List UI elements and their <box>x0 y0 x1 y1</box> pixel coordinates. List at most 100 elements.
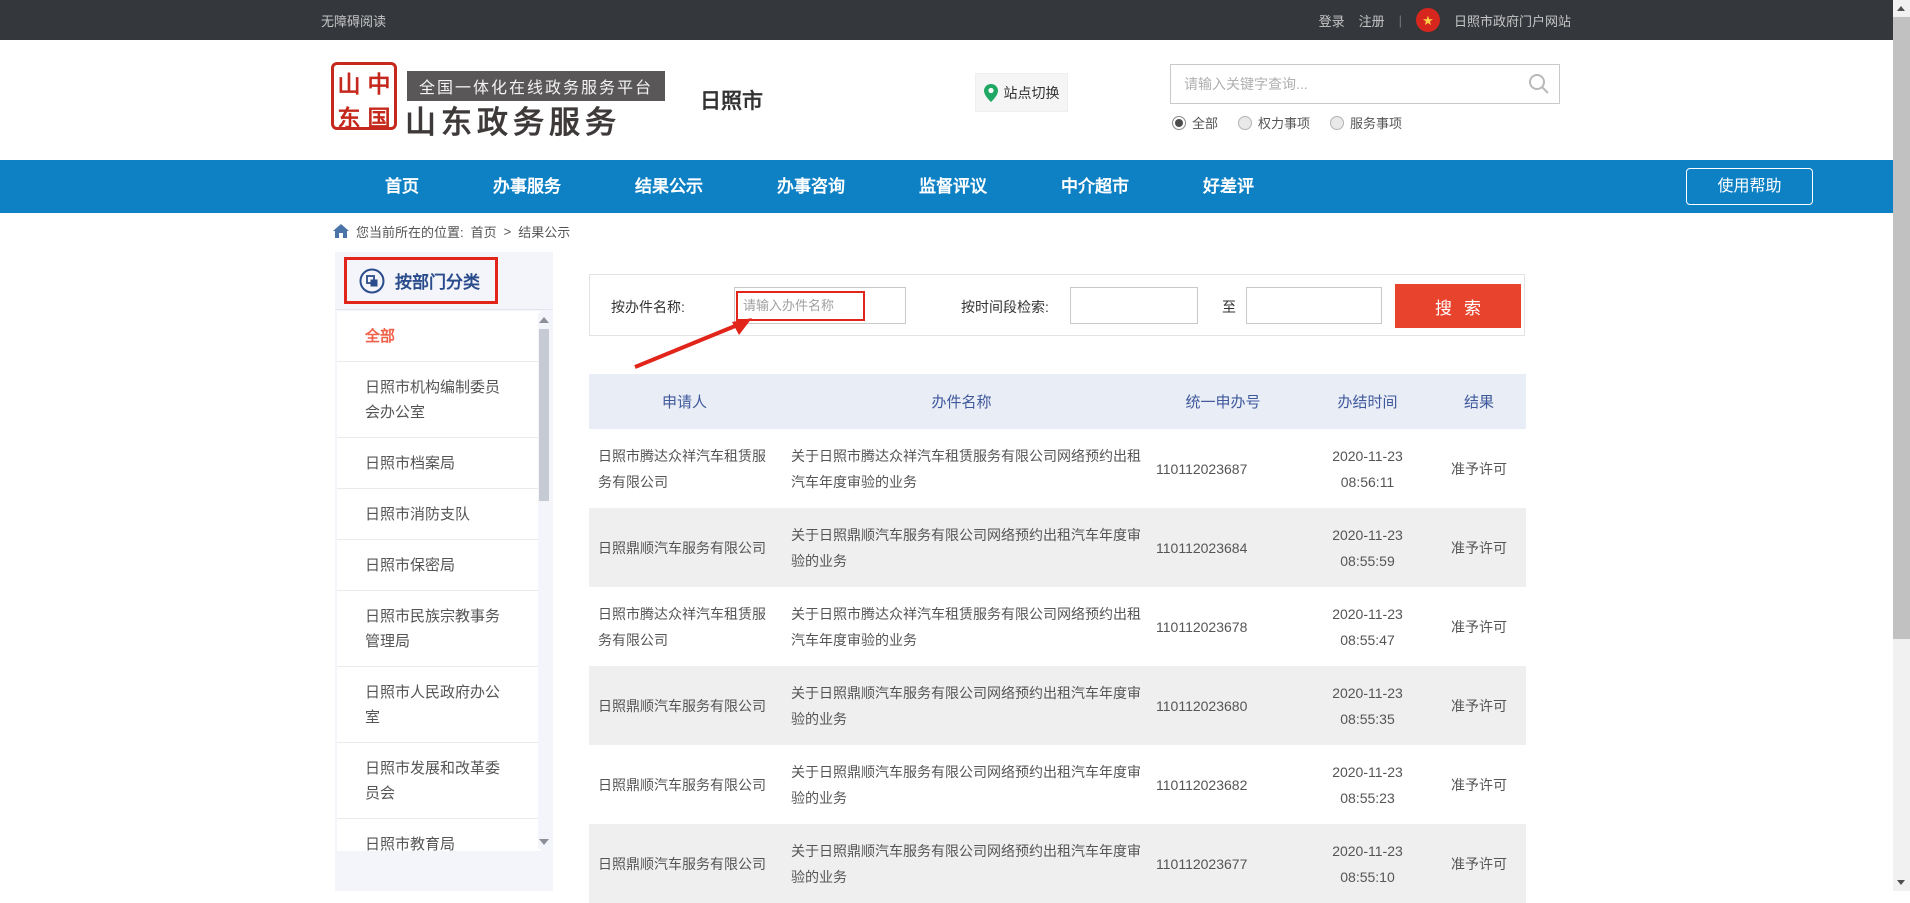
date-from-input[interactable] <box>1070 287 1198 324</box>
breadcrumb-separator: > <box>504 224 512 239</box>
cell-finish-time: 2020-11-2308:55:47 <box>1303 587 1432 666</box>
cell-case-name: 关于日照鼎顺汽车服务有限公司网络预约出租汽车年度审验的业务 <box>780 508 1143 587</box>
page-scrollbar[interactable] <box>1893 0 1910 891</box>
department-sidebar: 按部门分类 全部 日照市机构编制委员会办公室 日照市档案局 日照市消防支队 日照… <box>335 252 553 891</box>
city-portal-link[interactable]: 日照市政府门户网站 <box>1454 11 1571 30</box>
table-row: 日照鼎顺汽车服务有限公司 关于日照鼎顺汽车服务有限公司网络预约出租汽车年度审验的… <box>589 745 1526 824</box>
search-icon[interactable] <box>1527 72 1551 96</box>
cell-finish-time: 2020-11-2308:55:23 <box>1303 745 1432 824</box>
results-filter-bar: 按办件名称: 按时间段检索: 至 搜索 <box>589 274 1525 336</box>
scope-radio-power[interactable]: 权力事项 <box>1238 113 1310 132</box>
department-category-icon <box>359 268 385 294</box>
register-link[interactable]: 注册 <box>1359 11 1385 30</box>
site-switch-label: 站点切换 <box>1004 83 1060 103</box>
seal-char: 东 <box>334 99 364 133</box>
scope-label: 服务事项 <box>1350 113 1402 132</box>
department-item[interactable]: 日照市消防支队 <box>337 489 541 540</box>
results-table: 申请人 办件名称 统一申办号 办结时间 结果 日照市腾达众祥汽车租赁服务有限公司… <box>589 374 1526 903</box>
col-header-result: 结果 <box>1432 374 1526 429</box>
nav-item-results[interactable]: 结果公示 <box>598 160 740 213</box>
scope-label: 权力事项 <box>1258 113 1310 132</box>
table-row: 日照鼎顺汽车服务有限公司 关于日照鼎顺汽车服务有限公司网络预约出租汽车年度审验的… <box>589 508 1526 587</box>
department-item[interactable]: 日照市机构编制委员会办公室 <box>337 362 541 438</box>
cell-case-name: 关于日照市腾达众祥汽车租赁服务有限公司网络预约出租汽车年度审验的业务 <box>780 587 1143 666</box>
table-row: 日照鼎顺汽车服务有限公司 关于日照鼎顺汽车服务有限公司网络预约出租汽车年度审验的… <box>589 666 1526 745</box>
radio-selected-icon <box>1172 116 1186 130</box>
col-header-finish-time: 办结时间 <box>1303 374 1432 429</box>
cell-finish-time: 2020-11-2308:55:35 <box>1303 666 1432 745</box>
cell-result: 准予许可 <box>1432 508 1526 587</box>
cell-result: 准予许可 <box>1432 429 1526 508</box>
nav-item-rating[interactable]: 好差评 <box>1166 160 1291 213</box>
table-row: 日照鼎顺汽车服务有限公司 关于日照鼎顺汽车服务有限公司网络预约出租汽车年度审验的… <box>589 824 1526 903</box>
seal-char: 中 <box>364 65 394 99</box>
page-scrollbar-thumb[interactable] <box>1893 17 1910 639</box>
sidebar-header: 按部门分类 <box>335 252 553 310</box>
sidebar-scrollbar-thumb[interactable] <box>539 329 549 501</box>
location-pin-icon <box>984 84 998 102</box>
keyword-search-input[interactable] <box>1171 65 1521 103</box>
range-to-label: 至 <box>1222 297 1236 317</box>
col-header-serial: 统一申办号 <box>1143 374 1303 429</box>
nav-item-consult[interactable]: 办事咨询 <box>740 160 882 213</box>
department-item[interactable]: 日照市民族宗教事务管理局 <box>337 591 541 667</box>
scrollbar-down-icon[interactable] <box>539 839 549 845</box>
scope-radio-all[interactable]: 全部 <box>1172 113 1218 132</box>
date-to-input[interactable] <box>1246 287 1382 324</box>
accessibility-link[interactable]: 无障碍阅读 <box>321 11 386 30</box>
cell-case-name: 关于日照鼎顺汽车服务有限公司网络预约出租汽车年度审验的业务 <box>780 666 1143 745</box>
breadcrumb: 您当前所在的位置: 首页 > 结果公示 <box>333 219 570 243</box>
search-scope-radios: 全部 权力事项 服务事项 <box>1172 113 1402 132</box>
cell-serial: 110112023677 <box>1143 824 1303 903</box>
site-switch-button[interactable]: 站点切换 <box>975 73 1068 112</box>
seal-char: 山 <box>334 65 364 99</box>
cell-serial: 110112023678 <box>1143 587 1303 666</box>
scrollbar-up-button[interactable] <box>1893 0 1910 17</box>
col-header-case-name: 办件名称 <box>780 374 1143 429</box>
cell-finish-time: 2020-11-2308:55:10 <box>1303 824 1432 903</box>
nav-item-supervision[interactable]: 监督评议 <box>882 160 1024 213</box>
top-utility-bar: 无障碍阅读 登录 注册 | ★ 日照市政府门户网站 <box>0 0 1893 40</box>
keyword-search-box <box>1170 64 1560 104</box>
cell-applicant: 日照鼎顺汽车服务有限公司 <box>589 508 780 587</box>
current-city-label: 日照市 <box>700 85 763 115</box>
department-item[interactable]: 日照市档案局 <box>337 438 541 489</box>
cell-applicant: 日照市腾达众祥汽车租赁服务有限公司 <box>589 587 780 666</box>
nav-item-services[interactable]: 办事服务 <box>456 160 598 213</box>
department-item[interactable]: 日照市教育局 <box>337 819 541 851</box>
brand-title: 山东政务服务 <box>405 97 621 142</box>
table-row: 日照市腾达众祥汽车租赁服务有限公司 关于日照市腾达众祥汽车租赁服务有限公司网络预… <box>589 587 1526 666</box>
breadcrumb-home-link[interactable]: 首页 <box>471 222 497 241</box>
department-item[interactable]: 日照市人民政府办公室 <box>337 667 541 743</box>
cell-serial: 110112023684 <box>1143 508 1303 587</box>
login-link[interactable]: 登录 <box>1319 11 1345 30</box>
sidebar-scrollbar[interactable] <box>538 313 550 849</box>
department-list: 全部 日照市机构编制委员会办公室 日照市档案局 日照市消防支队 日照市保密局 日… <box>337 311 541 851</box>
national-emblem-icon: ★ <box>1416 8 1440 32</box>
nav-item-agency-market[interactable]: 中介超市 <box>1024 160 1166 213</box>
search-button[interactable]: 搜索 <box>1395 284 1521 328</box>
cell-serial: 110112023687 <box>1143 429 1303 508</box>
cell-finish-time: 2020-11-2308:55:59 <box>1303 508 1432 587</box>
scrollbar-up-icon[interactable] <box>539 317 549 323</box>
department-item-all[interactable]: 全部 <box>337 311 541 362</box>
col-header-applicant: 申请人 <box>589 374 780 429</box>
home-icon <box>333 224 349 239</box>
department-item[interactable]: 日照市发展和改革委员会 <box>337 743 541 819</box>
cell-result: 准予许可 <box>1432 824 1526 903</box>
nav-item-home[interactable]: 首页 <box>348 160 456 213</box>
cell-result: 准予许可 <box>1432 666 1526 745</box>
cell-case-name: 关于日照鼎顺汽车服务有限公司网络预约出租汽车年度审验的业务 <box>780 745 1143 824</box>
cell-applicant: 日照鼎顺汽车服务有限公司 <box>589 824 780 903</box>
help-button[interactable]: 使用帮助 <box>1686 168 1813 205</box>
scope-radio-service[interactable]: 服务事项 <box>1330 113 1402 132</box>
radio-icon <box>1238 116 1252 130</box>
cell-case-name: 关于日照鼎顺汽车服务有限公司网络预约出租汽车年度审验的业务 <box>780 824 1143 903</box>
topbar-divider: | <box>1399 13 1402 28</box>
time-filter-label: 按时间段检索: <box>961 297 1049 317</box>
main-nav-bar: 首页 办事服务 结果公示 办事咨询 监督评议 中介超市 好差评 使用帮助 <box>0 160 1893 213</box>
scrollbar-down-button[interactable] <box>1893 874 1910 891</box>
case-name-input[interactable] <box>734 287 906 324</box>
table-row: 日照市腾达众祥汽车租赁服务有限公司 关于日照市腾达众祥汽车租赁服务有限公司网络预… <box>589 429 1526 508</box>
department-item[interactable]: 日照市保密局 <box>337 540 541 591</box>
